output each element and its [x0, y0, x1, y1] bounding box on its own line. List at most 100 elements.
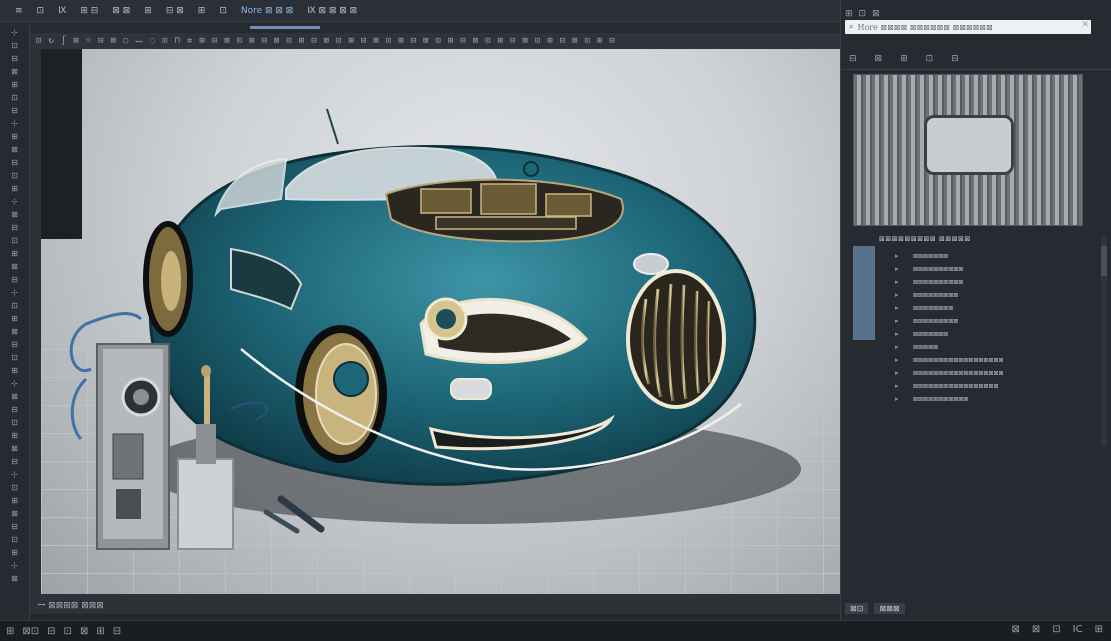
option-icon-39[interactable]: ⊠ [522, 36, 527, 46]
option-icon-26[interactable]: ⊟ [361, 36, 366, 46]
scrollbar-thumb[interactable] [1101, 246, 1107, 276]
layer-row[interactable]: ▸ ⊠⊠⊠⊠⊠⊠⊠⊠⊠⊠ [895, 263, 963, 275]
option-icon-25[interactable]: ⊞ [348, 36, 353, 46]
option-icon-0[interactable]: ⊡ [36, 36, 41, 46]
taskbar-icon-4[interactable]: ⊠ [80, 626, 88, 637]
menu-item-10[interactable]: Ⅸ ⊠ ⊠ ⊠ ⊠ [300, 6, 364, 16]
layer-expand-icon[interactable]: ▸ [895, 291, 903, 299]
menu-item-5[interactable]: ⊞ [137, 6, 159, 16]
tool-icon-2[interactable]: ⊟ [8, 54, 22, 63]
option-icon-19[interactable]: ⊠ [274, 36, 279, 46]
option-icon-2[interactable]: ∫ [61, 36, 66, 46]
option-icon-28[interactable]: ⊡ [386, 36, 391, 46]
taskbar-icon-2[interactable]: ⊟ [47, 626, 55, 637]
menu-item-0[interactable]: ≡ [8, 6, 30, 16]
panel-tool-icon-2[interactable]: ⊞ [900, 54, 908, 64]
tray-icon-0[interactable]: ⊠ [1012, 624, 1020, 635]
option-icon-37[interactable]: ⊞ [498, 36, 503, 46]
option-icon-7[interactable]: ○ [123, 36, 128, 46]
tool-icon-42[interactable]: ⊠ [8, 574, 22, 583]
option-icon-17[interactable]: ⊞ [249, 36, 254, 46]
option-icon-16[interactable]: ⊡ [237, 36, 242, 46]
layer-row[interactable]: ▸ ⊠⊠⊠⊠⊠⊠⊠⊠⊠ [895, 315, 958, 327]
tool-icon-10[interactable]: ⊟ [8, 158, 22, 167]
option-icon-35[interactable]: ⊠ [473, 36, 478, 46]
tool-icon-15[interactable]: ⊟ [8, 223, 22, 232]
option-icon-31[interactable]: ⊠ [423, 36, 428, 46]
menu-item-9[interactable]: Nore ⊠ ⊠ ⊠ [234, 6, 300, 16]
tool-icon-30[interactable]: ⊡ [8, 418, 22, 427]
tool-icon-24[interactable]: ⊟ [8, 340, 22, 349]
tool-icon-33[interactable]: ⊟ [8, 457, 22, 466]
option-icon-34[interactable]: ⊟ [460, 36, 465, 46]
option-icon-36[interactable]: ⊡ [485, 36, 490, 46]
tool-icon-14[interactable]: ⊠ [8, 210, 22, 219]
option-icon-13[interactable]: ⊞ [199, 36, 204, 46]
panel-tool-icon-0[interactable]: ⊟ [849, 54, 857, 64]
option-icon-12[interactable]: ✲ [187, 36, 192, 46]
tool-icon-32[interactable]: ⊠ [8, 444, 22, 453]
tray-icon-3[interactable]: IC [1073, 624, 1083, 635]
tool-icon-21[interactable]: ⊡ [8, 301, 22, 310]
tool-icon-4[interactable]: ⊞ [8, 80, 22, 89]
option-icon-45[interactable]: ⊞ [597, 36, 602, 46]
option-icon-4[interactable]: ☼ [86, 36, 91, 46]
layer-expand-icon[interactable]: ▸ [895, 278, 903, 286]
tool-icon-31[interactable]: ⊞ [8, 431, 22, 440]
image-canvas[interactable] [41, 49, 840, 594]
option-icon-46[interactable]: ⊟ [609, 36, 614, 46]
option-icon-43[interactable]: ⊠ [572, 36, 577, 46]
tray-icon-4[interactable]: ⊞ [1095, 624, 1103, 635]
panel-tool-icon-1[interactable]: ⊠ [875, 54, 883, 64]
tool-icon-17[interactable]: ⊞ [8, 249, 22, 258]
menu-item-1[interactable]: ⊡ [30, 6, 52, 16]
option-icon-24[interactable]: ⊡ [336, 36, 341, 46]
panel-bottom-button-1[interactable]: ⊠⊠⊠ [874, 602, 905, 614]
tray-icon-2[interactable]: ⊡ [1052, 624, 1060, 635]
menu-item-7[interactable]: ⊞ [191, 6, 213, 16]
tool-icon-18[interactable]: ⊠ [8, 262, 22, 271]
option-icon-32[interactable]: ⊡ [435, 36, 440, 46]
tool-icon-5[interactable]: ⊡ [8, 93, 22, 102]
option-icon-9[interactable]: ◌ [150, 36, 155, 46]
tool-icon-12[interactable]: ⊞ [8, 184, 22, 193]
layer-expand-icon[interactable]: ▸ [895, 304, 903, 312]
layer-row[interactable]: ▸ ⊠⊠⊠⊠⊠⊠⊠⊠⊠⊠⊠⊠⊠⊠⊠⊠⊠⊠ [895, 367, 1004, 379]
tool-icon-3[interactable]: ⊠ [8, 67, 22, 76]
option-icon-40[interactable]: ⊡ [535, 36, 540, 46]
menu-item-8[interactable]: ⊡ [212, 6, 234, 16]
tool-icon-38[interactable]: ⊟ [8, 522, 22, 531]
option-icon-29[interactable]: ⊞ [398, 36, 403, 46]
close-icon[interactable]: ✕ [1081, 20, 1089, 30]
tool-icon-29[interactable]: ⊟ [8, 405, 22, 414]
tool-icon-19[interactable]: ⊟ [8, 275, 22, 284]
layer-expand-icon[interactable]: ▸ [895, 317, 903, 325]
tool-icon-16[interactable]: ⊡ [8, 236, 22, 245]
layer-expand-icon[interactable]: ▸ [895, 343, 903, 351]
tool-icon-35[interactable]: ⊡ [8, 483, 22, 492]
menu-item-4[interactable]: ⊠ ⊠ [105, 6, 137, 16]
tool-icon-6[interactable]: ⊟ [8, 106, 22, 115]
option-icon-8[interactable]: ꟷ [135, 35, 142, 48]
panel-top-icon-2[interactable]: ⊠ [872, 9, 880, 19]
tool-icon-37[interactable]: ⊠ [8, 509, 22, 518]
tool-icon-27[interactable]: ⊹ [8, 379, 22, 388]
layer-row[interactable]: ▸ ⊠⊠⊠⊠⊠⊠⊠⊠⊠ [895, 289, 958, 301]
taskbar-icon-6[interactable]: ⊟ [113, 626, 121, 637]
tool-icon-20[interactable]: ⊹ [8, 288, 22, 297]
layer-row[interactable]: ▸ ⊠⊠⊠⊠⊠ [895, 341, 938, 353]
navigator-thumbnail[interactable] [853, 74, 1083, 226]
layer-row[interactable]: ▸ ⊠⊠⊠⊠⊠⊠⊠⊠⊠⊠ [895, 276, 963, 288]
tool-icon-11[interactable]: ⊡ [8, 171, 22, 180]
option-icon-42[interactable]: ⊟ [560, 36, 565, 46]
panel-bottom-button-0[interactable]: ⊠⊡ [845, 602, 869, 614]
panel-scrollbar[interactable] [1101, 236, 1107, 446]
layer-row[interactable]: ▸ ⊠⊠⊠⊠⊠⊠⊠⊠⊠⊠⊠⊠⊠⊠⊠⊠⊠ [895, 380, 998, 392]
tool-icon-13[interactable]: ⊹ [8, 197, 22, 206]
option-icon-27[interactable]: ⊠ [373, 36, 378, 46]
option-icon-6[interactable]: ⊠ [111, 36, 116, 46]
layer-row[interactable]: ▸ ⊠⊠⊠⊠⊠⊠⊠⊠⊠⊠⊠ [895, 393, 968, 405]
tool-icon-7[interactable]: ⊹ [8, 119, 22, 128]
tool-icon-41[interactable]: ⊹ [8, 561, 22, 570]
tool-icon-34[interactable]: ⊹ [8, 470, 22, 479]
